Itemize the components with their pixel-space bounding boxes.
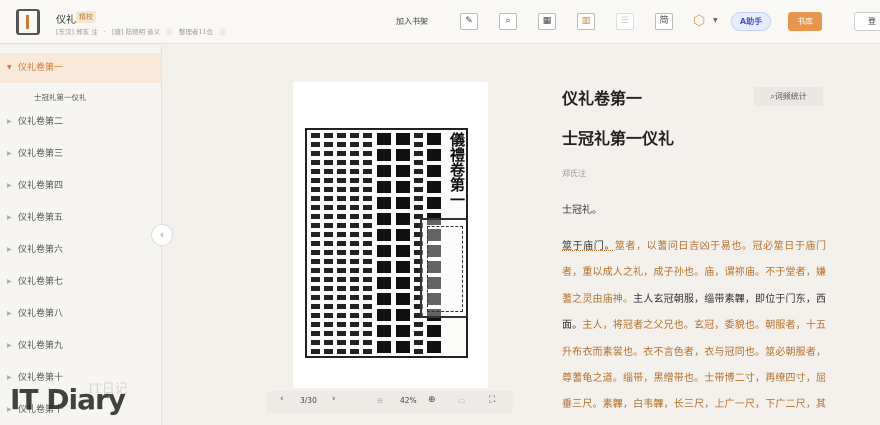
info-icon[interactable]: ⓘ [166, 28, 173, 36]
toc-item-vol9[interactable]: ▶ 仪礼卷第九 [0, 331, 161, 361]
hexagon-icon[interactable]: ⬡ [693, 13, 711, 30]
chevron-right-icon: ▶ [7, 310, 12, 317]
editors-count[interactable]: 整理者11位 [179, 28, 213, 36]
zoom-level: 42% [400, 396, 417, 405]
book-title: 仪礼 [56, 15, 76, 26]
word-frequency-button[interactable]: ⌕词频统计 [754, 87, 823, 106]
author-phonetic[interactable]: [唐] 陆德明 音义 [112, 28, 160, 36]
search-icon[interactable]: ⌕ [499, 13, 517, 30]
page-indicator: 3/30 [300, 396, 317, 405]
chapter-title: 士冠礼第一仪礼 [562, 129, 675, 148]
toc-item-vol7[interactable]: ▶ 仪礼卷第七 [0, 267, 161, 297]
chevron-down-icon: ▼ [7, 64, 12, 71]
columns-icon[interactable]: ▥ [577, 13, 595, 30]
pen-icon[interactable]: ✎ [460, 13, 478, 30]
chevron-right-icon: ▶ [7, 150, 12, 157]
fullscreen-icon[interactable]: ⛶ [489, 395, 495, 405]
zoom-out-icon[interactable]: ⊖ [377, 396, 383, 405]
reader-pane: 仪礼卷第一 ⌕词频统计 士冠礼第一仪礼 郑氏注 士冠礼。 筮于庙门。筮者，以蓍问… [540, 45, 880, 425]
info-icon[interactable]: ⓘ [219, 28, 226, 36]
prev-page-icon[interactable]: ‹ [280, 394, 284, 404]
meta-separator: · [103, 28, 106, 36]
add-to-shelf-button[interactable]: 加入书架 [396, 16, 428, 27]
toc-item-vol6[interactable]: ▶ 仪礼卷第六 [0, 235, 161, 265]
toc-sidebar: ▼ 仪礼卷第一 士冠礼第一仪礼 ▶ 仪礼卷第二 ▶ 仪礼卷第三 ▶ 仪礼卷第四 ▶ 仪礼… [0, 45, 162, 425]
toc-item-vol2[interactable]: ▶ 仪礼卷第二 [0, 107, 161, 137]
toc-item-vol1[interactable]: ▼ 仪礼卷第一 [0, 53, 161, 83]
toc-item-vol4[interactable]: ▶ 仪礼卷第四 [0, 171, 161, 201]
next-page-icon[interactable]: › [332, 394, 336, 404]
list-icon[interactable]: ☰ [616, 13, 634, 30]
page-toolbar: ‹ 3/30 › ⊖ 42% ⊕ ▭ ⛶ [266, 391, 513, 413]
scan-title-text: 儀禮卷第一 [448, 132, 466, 207]
collapse-sidebar-button[interactable]: ‹ [151, 224, 173, 246]
text-segment[interactable]: 筮于庙门。 [562, 241, 615, 252]
ai-assistant-button[interactable]: A助手 [731, 12, 771, 31]
watermark-text: IT日记 [88, 382, 128, 397]
login-button[interactable]: 登 [854, 12, 880, 31]
volume-title: 仪礼卷第一 [562, 89, 643, 108]
author-annotator[interactable]: [东汉] 郑玄 注 [56, 28, 98, 36]
zoom-in-icon[interactable]: ⊕ [428, 395, 436, 405]
commentary-segment[interactable]: 主人，将冠者之父兄也。玄冠，委貌也。朝服者，十五升布衣而素裳也。衣不言色者，衣与… [562, 320, 826, 425]
app-logo-icon[interactable] [16, 9, 40, 35]
chevron-right-icon: ▶ [7, 278, 12, 285]
toc-item-vol3[interactable]: ▶ 仪礼卷第三 [0, 139, 161, 169]
fit-page-icon[interactable]: ▭ [458, 396, 465, 405]
chevron-right-icon: ▶ [7, 246, 12, 253]
chevron-right-icon: ▶ [7, 118, 12, 125]
library-button[interactable]: 书库 [788, 12, 822, 31]
chevron-down-icon[interactable]: ▼ [713, 17, 718, 24]
main-text: 筮于庙门。筮者，以蓍问日吉凶于易也。冠必筮日于庙门者，重以成人之礼，成子孙也。庙… [562, 234, 826, 425]
scanned-page-viewer[interactable]: 儀禮卷第一 [293, 82, 488, 388]
book-meta: [东汉] 郑玄 注 · [唐] 陆德明 音义 ⓘ 整理者11位 ⓘ [56, 26, 230, 36]
paragraph: 士冠礼。 [562, 205, 602, 216]
toc-item-vol5[interactable]: ▶ 仪礼卷第五 [0, 203, 161, 233]
simplified-toggle-icon[interactable]: 简 [655, 13, 673, 30]
proofread-badge: 精校 [76, 11, 96, 23]
top-bar: 仪礼 精校 [东汉] 郑玄 注 · [唐] 陆德明 音义 ⓘ 整理者11位 ⓘ … [0, 0, 880, 44]
commentator: 郑氏注 [562, 169, 586, 178]
toc-subitem[interactable]: 士冠礼第一仪礼 [34, 92, 87, 103]
toc-item-vol8[interactable]: ▶ 仪礼卷第八 [0, 299, 161, 329]
chevron-right-icon: ▶ [7, 342, 12, 349]
chevron-right-icon: ▶ [7, 182, 12, 189]
image-icon[interactable]: ▦ [538, 13, 556, 30]
scanned-page-image: 儀禮卷第一 [305, 128, 468, 358]
chevron-right-icon: ▶ [7, 214, 12, 221]
